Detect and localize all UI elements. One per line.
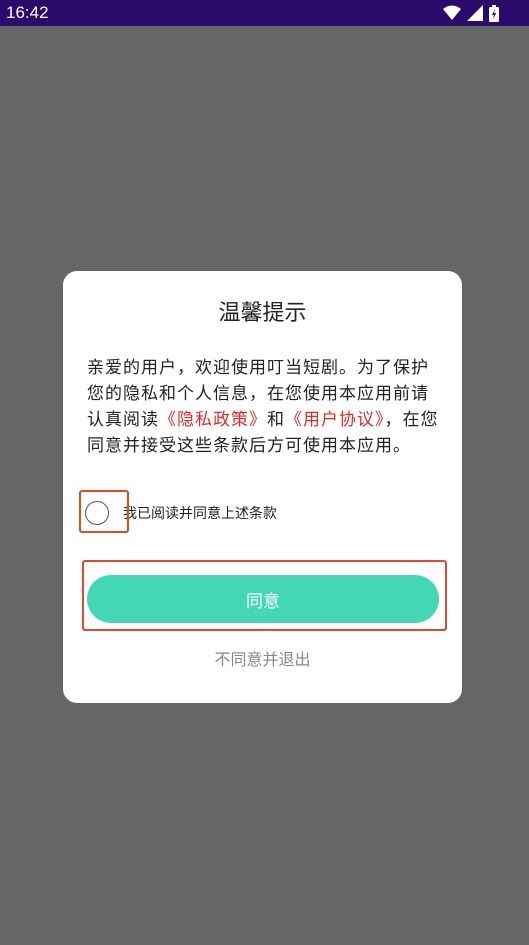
battery-icon (489, 4, 499, 22)
decline-and-exit-link[interactable]: 不同意并退出 (63, 646, 462, 670)
agree-button-highlight-box (82, 560, 447, 631)
privacy-policy-link[interactable]: 《隐私政策》 (159, 410, 267, 430)
status-icons (443, 4, 499, 22)
signal-icon (467, 5, 483, 21)
user-agreement-link[interactable]: 《用户协议》 (285, 410, 385, 430)
status-time: 16:42 (6, 3, 49, 22)
agree-terms-label[interactable]: 我已阅读并同意上述条款 (123, 503, 277, 523)
message-text-2: 和 (267, 410, 285, 430)
dialog-message: 亲爱的用户，欢迎使用叮当短剧。为了保护您的隐私和个人信息，在您使用本应用前请认真… (87, 355, 439, 459)
privacy-dialog: 温馨提示 亲爱的用户，欢迎使用叮当短剧。为了保护您的隐私和个人信息，在您使用本应… (63, 271, 462, 703)
dialog-title: 温馨提示 (218, 301, 307, 326)
checkbox-highlight-box (79, 490, 129, 533)
wifi-icon (443, 5, 461, 21)
status-bar: 16:42 (0, 0, 529, 26)
